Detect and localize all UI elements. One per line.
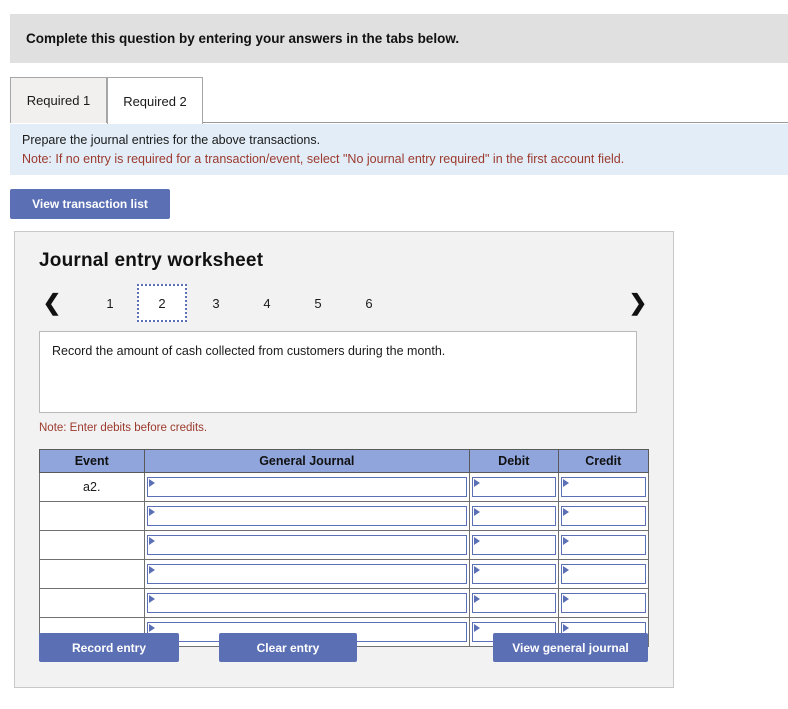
general-journal-cell[interactable] (143, 501, 471, 531)
pager-page-3[interactable]: 3 (191, 284, 241, 322)
table-header-row: Event General Journal Debit Credit (39, 449, 650, 473)
requirement-note-text: Note: If no entry is required for a tran… (22, 152, 625, 166)
debit-cell[interactable] (469, 501, 559, 531)
general-journal-cell[interactable] (143, 472, 471, 502)
worksheet-title: Journal entry worksheet (39, 250, 264, 271)
account-select-input[interactable] (146, 564, 468, 584)
debit-input[interactable] (472, 477, 556, 497)
table-row (39, 530, 650, 560)
requirement-tab-strip: Required 1 Required 2 (10, 77, 788, 124)
general-journal-cell[interactable] (143, 530, 471, 560)
debit-input[interactable] (472, 564, 556, 584)
table-row (39, 588, 650, 618)
pager-page-6[interactable]: 6 (344, 284, 394, 322)
question-instruction-banner: Complete this question by entering your … (10, 14, 788, 63)
account-select-input[interactable] (146, 593, 468, 613)
journal-entry-table: Event General Journal Debit Credit a2. (39, 449, 650, 647)
clear-entry-button[interactable]: Clear entry (219, 633, 357, 662)
journal-entry-worksheet-panel: Journal entry worksheet ❮ 1 2 3 4 5 6 ❯ … (14, 231, 674, 688)
event-cell (39, 530, 145, 560)
debit-cell[interactable] (469, 530, 559, 560)
record-entry-button[interactable]: Record entry (39, 633, 179, 662)
requirement-note-banner: Prepare the journal entries for the abov… (10, 124, 788, 175)
pager-page-2[interactable]: 2 (137, 284, 187, 322)
credit-input[interactable] (560, 477, 646, 497)
credit-input[interactable] (560, 535, 646, 555)
tab-required-1-label: Required 1 (26, 93, 91, 108)
credit-cell[interactable] (557, 472, 650, 502)
worksheet-description-box: Record the amount of cash collected from… (39, 331, 637, 413)
table-row: a2. (39, 472, 650, 502)
view-general-journal-button[interactable]: View general journal (493, 633, 648, 662)
credit-cell[interactable] (557, 501, 650, 531)
account-select-input[interactable] (146, 506, 468, 526)
pager-page-5[interactable]: 5 (293, 284, 343, 322)
debit-cell[interactable] (469, 588, 559, 618)
table-row (39, 501, 650, 531)
column-header-event: Event (39, 449, 145, 473)
credit-input[interactable] (560, 564, 646, 584)
column-header-credit: Credit (557, 449, 650, 473)
event-cell (39, 501, 145, 531)
account-select-input[interactable] (146, 477, 468, 497)
column-header-debit: Debit (469, 449, 559, 473)
tab-required-2-label: Required 2 (123, 93, 187, 109)
general-journal-cell[interactable] (143, 588, 471, 618)
question-instruction-text: Complete this question by entering your … (26, 31, 460, 46)
table-row (39, 559, 650, 589)
chevron-right-icon[interactable]: ❯ (625, 284, 651, 322)
worksheet-description-text: Record the amount of cash collected from… (52, 344, 446, 358)
general-journal-cell[interactable] (143, 559, 471, 589)
view-transaction-list-button[interactable]: View transaction list (10, 189, 170, 219)
pager-page-1[interactable]: 1 (85, 284, 135, 322)
column-header-general-journal: General Journal (143, 449, 471, 473)
worksheet-pager: ❮ 1 2 3 4 5 6 ❯ (39, 284, 651, 322)
debit-cell[interactable] (469, 559, 559, 589)
debit-cell[interactable] (469, 472, 559, 502)
requirement-prompt-text: Prepare the journal entries for the abov… (22, 133, 321, 147)
account-select-input[interactable] (146, 535, 468, 555)
credit-cell[interactable] (557, 559, 650, 589)
debit-input[interactable] (472, 593, 556, 613)
journal-entry-table-body: a2. (39, 472, 650, 647)
debits-before-credits-note: Note: Enter debits before credits. (39, 422, 208, 434)
pager-page-4[interactable]: 4 (242, 284, 292, 322)
event-cell: a2. (39, 472, 145, 502)
debit-input[interactable] (472, 506, 556, 526)
debit-input[interactable] (472, 535, 556, 555)
event-cell (39, 588, 145, 618)
tab-required-1[interactable]: Required 1 (10, 77, 107, 123)
chevron-left-icon[interactable]: ❮ (39, 284, 65, 322)
credit-input[interactable] (560, 506, 646, 526)
credit-cell[interactable] (557, 588, 650, 618)
event-cell (39, 559, 145, 589)
credit-input[interactable] (560, 593, 646, 613)
credit-cell[interactable] (557, 530, 650, 560)
tab-required-2[interactable]: Required 2 (107, 77, 203, 124)
